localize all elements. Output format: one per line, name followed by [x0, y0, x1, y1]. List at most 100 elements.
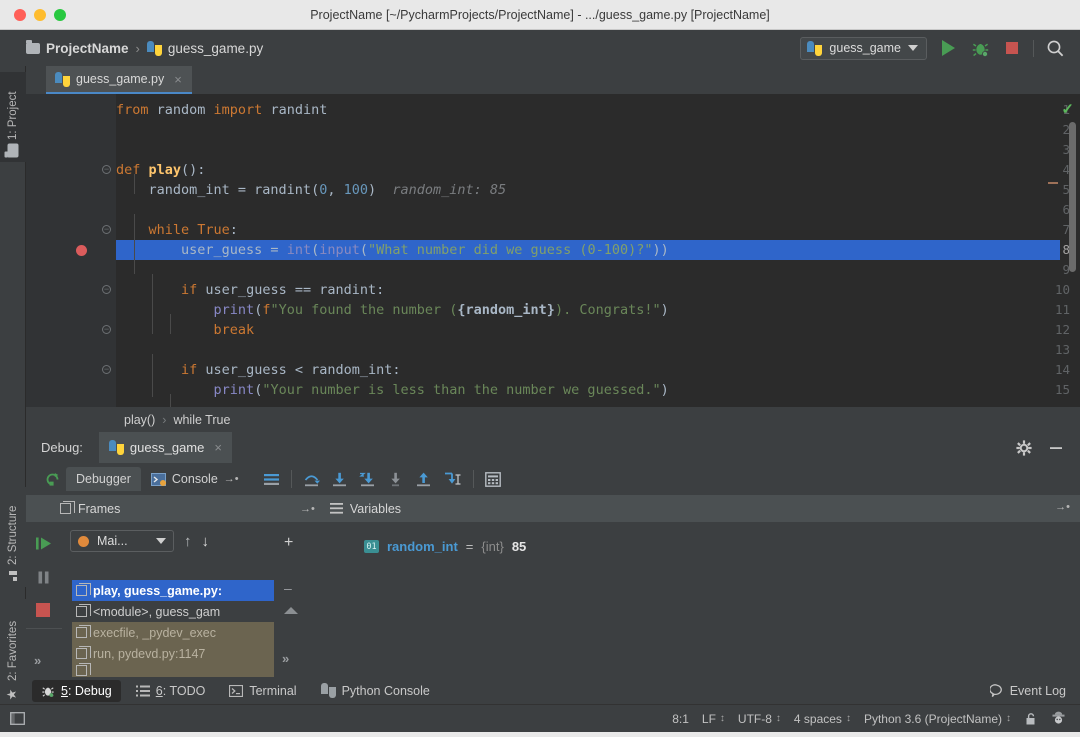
variables-panel[interactable]: 01 random_int = {int} 85 — [310, 522, 1080, 677]
console-icon — [150, 472, 166, 486]
maximize-window-button[interactable] — [54, 8, 66, 21]
fold-marker-icon[interactable]: − — [102, 165, 111, 174]
run-to-cursor-icon[interactable] — [415, 472, 432, 487]
editor-scrollbar[interactable] — [1069, 122, 1076, 272]
step-out-icon[interactable] — [387, 472, 404, 487]
bottom-tool-tabs: 5: Debug 6: TODO Terminal Python Console… — [26, 677, 1080, 704]
search-everywhere-button[interactable] — [1044, 37, 1066, 59]
close-icon[interactable]: × — [214, 440, 222, 455]
sidebar-item-project[interactable]: 1: Project — [0, 72, 26, 162]
event-log-button[interactable]: Event Log — [989, 684, 1066, 698]
run-configuration-label: guess_game — [829, 41, 901, 55]
thread-label: Mai... — [97, 534, 128, 548]
stop-program-button[interactable] — [36, 603, 50, 617]
frames-pin-icon[interactable]: →• — [300, 503, 315, 515]
variable-type-badge: 01 — [364, 540, 379, 553]
code-line-5: random_int = randint(0, 100) random_int:… — [116, 182, 507, 198]
inspection-level-button[interactable] — [1051, 711, 1066, 726]
execution-point-icon[interactable] — [263, 472, 280, 487]
evaluate-icon[interactable] — [443, 472, 462, 487]
sidebar-item-structure[interactable]: 2: Structure — [0, 487, 26, 587]
debug-session-tab[interactable]: guess_game × — [98, 432, 232, 463]
toggle-tool-windows-button[interactable] — [10, 712, 25, 725]
code-breadcrumb-item-loop[interactable]: while True — [173, 413, 230, 427]
encoding-widget[interactable]: UTF-8 ↕ — [738, 712, 781, 726]
frame-list-item[interactable]: <module>, guess_gam — [72, 601, 274, 622]
variable-row[interactable]: 01 random_int = {int} 85 — [364, 539, 526, 554]
step-into-icon[interactable] — [331, 472, 348, 487]
navigation-bar: ProjectName › guess_game.py guess_game — [0, 30, 1080, 66]
frame-icon — [76, 625, 91, 638]
line-separator-widget[interactable]: LF ↕ — [702, 712, 725, 726]
debug-button[interactable] — [969, 37, 991, 59]
close-window-button[interactable] — [14, 8, 26, 21]
minimize-window-button[interactable] — [34, 8, 46, 21]
fold-marker-icon[interactable]: − — [102, 225, 111, 234]
lock-button[interactable] — [1024, 712, 1038, 726]
add-watch-button[interactable]: + — [284, 534, 293, 552]
remove-watch-button[interactable]: – — [284, 580, 292, 596]
variable-type: {int} — [481, 539, 504, 554]
code-breadcrumb-item-function[interactable]: play() — [124, 413, 155, 427]
frame-list-item[interactable]: run, pydevd.py:1147 — [72, 643, 274, 664]
pause-program-button[interactable] — [36, 570, 51, 585]
tab-console[interactable]: Console →• — [141, 467, 249, 491]
arrow-up-icon[interactable]: ↑ — [184, 533, 192, 550]
interpreter-widget[interactable]: Python 3.6 (ProjectName) ↕ — [864, 712, 1011, 726]
code-text[interactable]: from random import randint def play(): r… — [116, 94, 1060, 407]
run-configuration-selector[interactable]: guess_game — [800, 36, 927, 60]
force-step-into-icon[interactable] — [358, 472, 376, 487]
thread-selector[interactable]: Mai... — [70, 530, 174, 552]
stop-button[interactable] — [1001, 37, 1023, 59]
breadcrumb-item-project[interactable]: ProjectName — [26, 39, 129, 56]
rerun-button[interactable] — [44, 471, 66, 488]
caret-position[interactable]: 8:1 — [672, 712, 689, 726]
sidebar-item-favorites-label: 2: Favorites — [7, 620, 19, 681]
variable-name: random_int — [387, 539, 458, 554]
close-icon[interactable]: × — [174, 72, 182, 87]
tab-debugger[interactable]: Debugger — [66, 467, 141, 491]
editor-tab-guess-game[interactable]: guess_game.py × — [46, 66, 192, 94]
variables-pin-icon[interactable]: →• — [1055, 501, 1070, 513]
frame-list-item[interactable]: execfile, _pydev_exec — [72, 622, 274, 643]
calculator-icon[interactable] — [484, 471, 501, 487]
variable-value: 85 — [511, 539, 527, 554]
indent-widget[interactable]: 4 spaces ↕ — [794, 712, 851, 726]
console-pin-icon[interactable]: →• — [224, 473, 239, 485]
resume-program-button[interactable] — [35, 536, 53, 551]
bottom-tab-todo-num: 6 — [155, 683, 163, 698]
bottom-tab-todo[interactable]: 6: TODO — [127, 680, 215, 702]
error-stripe-marker[interactable] — [1048, 182, 1058, 184]
inspection-ok-icon[interactable]: ✓ — [1061, 100, 1074, 118]
sidebar-item-favorites[interactable]: ★ 2: Favorites — [0, 599, 26, 707]
frame-list-item[interactable] — [72, 663, 274, 677]
hector-inspection-icon — [1052, 711, 1065, 724]
frame-icon — [76, 604, 91, 617]
code-line-4: def play(): — [116, 162, 206, 178]
bottom-tab-debug[interactable]: 5: Debug — [32, 679, 121, 702]
search-icon — [1047, 40, 1063, 56]
fold-marker-icon[interactable]: − — [102, 285, 111, 294]
bottom-tab-terminal[interactable]: Terminal — [220, 680, 305, 702]
gear-icon[interactable] — [1016, 439, 1032, 456]
breakpoint-icon[interactable] — [76, 245, 87, 256]
code-line-10: if user_guess == randint: — [181, 282, 385, 298]
collapse-button[interactable] — [283, 606, 299, 615]
editor-fold-gutter[interactable] — [96, 94, 116, 407]
code-line-14: if user_guess < random_int: — [181, 362, 401, 378]
arrow-down-icon[interactable]: ↓ — [202, 533, 210, 550]
code-editor[interactable]: 1 2 3 4 5 6 7 8 9 10 11 12 13 14 15 − − … — [26, 94, 1080, 407]
bottom-tab-python-console[interactable]: Python Console — [312, 679, 439, 702]
run-button[interactable] — [937, 37, 959, 59]
frame-list-item[interactable]: play, guess_game.py: — [72, 580, 274, 601]
step-over-icon[interactable] — [303, 472, 320, 487]
expand-frames-button[interactable]: » — [282, 651, 289, 666]
expand-sidebar-button[interactable]: » — [34, 653, 41, 668]
minimize-icon[interactable] — [1048, 440, 1064, 456]
frames-side-actions: + – » — [278, 522, 310, 677]
fold-marker-icon[interactable]: − — [102, 325, 111, 334]
breadcrumb-item-file[interactable]: guess_game.py — [146, 40, 263, 56]
star-icon: ★ — [5, 686, 21, 701]
code-line-15: print("Your number is less than the numb… — [213, 382, 669, 398]
fold-marker-icon[interactable]: − — [102, 365, 111, 374]
